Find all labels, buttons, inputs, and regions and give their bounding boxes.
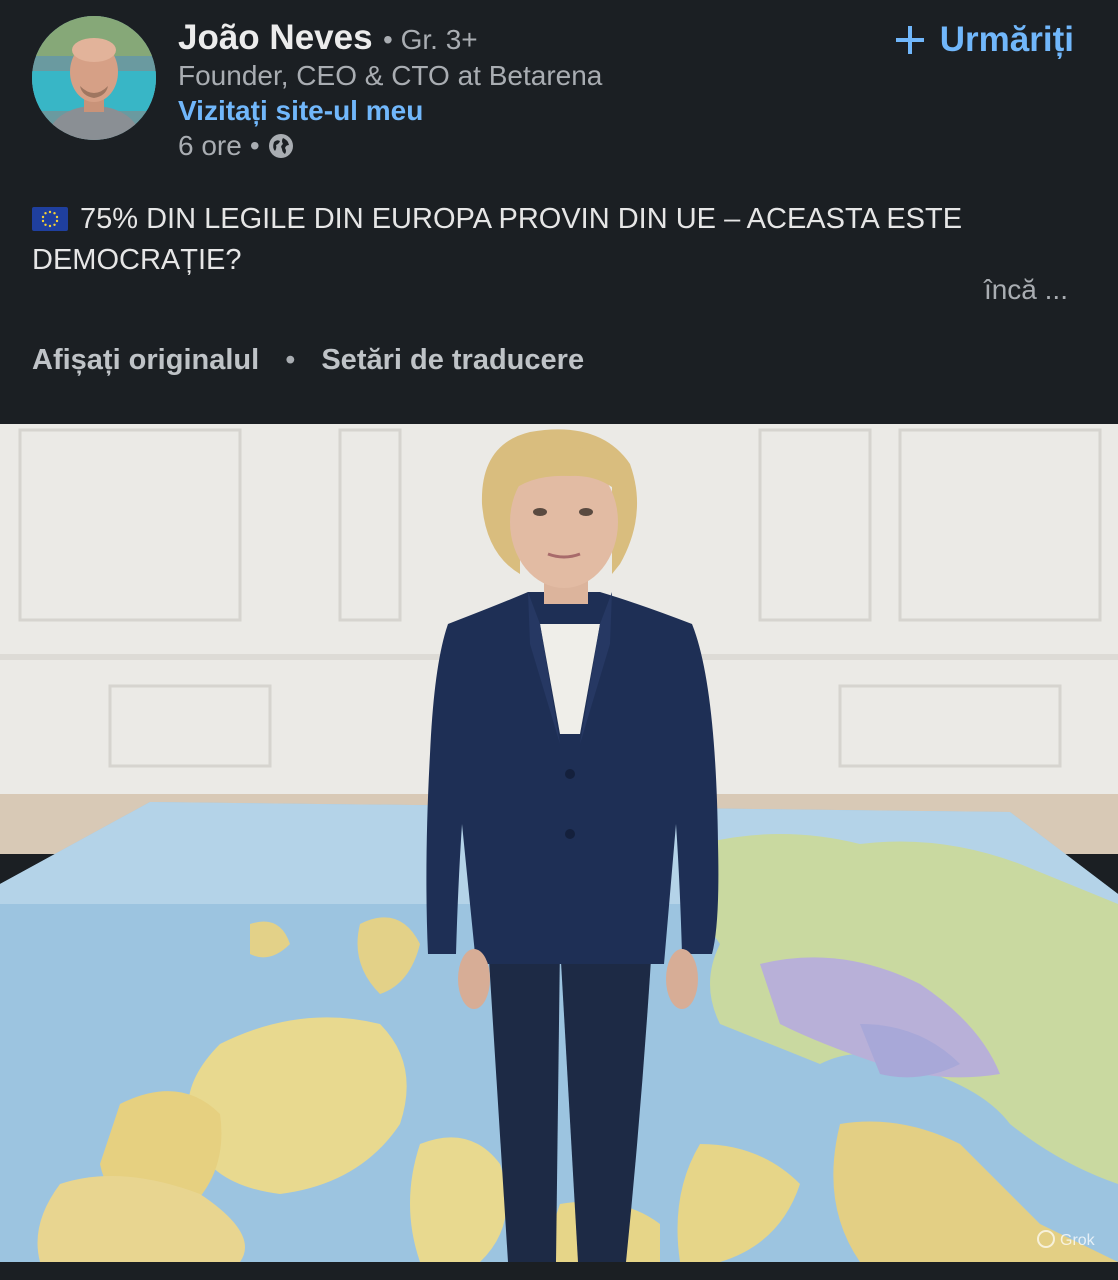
globe-icon: [268, 133, 294, 159]
bottom-strip: [0, 1262, 1118, 1280]
visit-site-link[interactable]: Vizitați site-ul meu: [178, 95, 423, 127]
eu-flag-icon: [32, 203, 68, 241]
translation-controls: Afișați originalul • Setări de traducere: [32, 344, 584, 377]
post-time: 6 ore: [178, 130, 242, 161]
follow-button[interactable]: Urmăriți: [894, 20, 1074, 60]
see-more-link[interactable]: încă ...: [984, 274, 1068, 306]
follow-label: Urmăriți: [939, 20, 1074, 59]
translation-separator: •: [285, 344, 296, 376]
author-avatar[interactable]: [32, 16, 156, 140]
post-text: 75% DIN LEGILE DIN EUROPA PROVIN DIN UE …: [32, 200, 1072, 279]
meta-separator: •: [249, 130, 260, 161]
plus-icon: [894, 24, 926, 56]
post-meta: 6 ore •: [178, 130, 294, 162]
show-original-link[interactable]: Afișați originalul: [32, 344, 259, 377]
connection-degree: • Gr. 3+: [383, 24, 478, 55]
author-headline: Founder, CEO & CTO at Betarena: [178, 60, 603, 91]
post-header: João Neves • Gr. 3+ Founder, CEO & CTO a…: [0, 0, 1118, 424]
post-image[interactable]: Grok: [0, 424, 1118, 1262]
author-name[interactable]: João Neves: [178, 18, 373, 57]
post-body: 75% DIN LEGILE DIN EUROPA PROVIN DIN UE …: [32, 203, 963, 276]
grok-watermark: Grok: [1060, 1232, 1096, 1249]
translation-settings-link[interactable]: Setări de traducere: [321, 344, 584, 377]
author-row: João Neves • Gr. 3+: [178, 18, 478, 58]
